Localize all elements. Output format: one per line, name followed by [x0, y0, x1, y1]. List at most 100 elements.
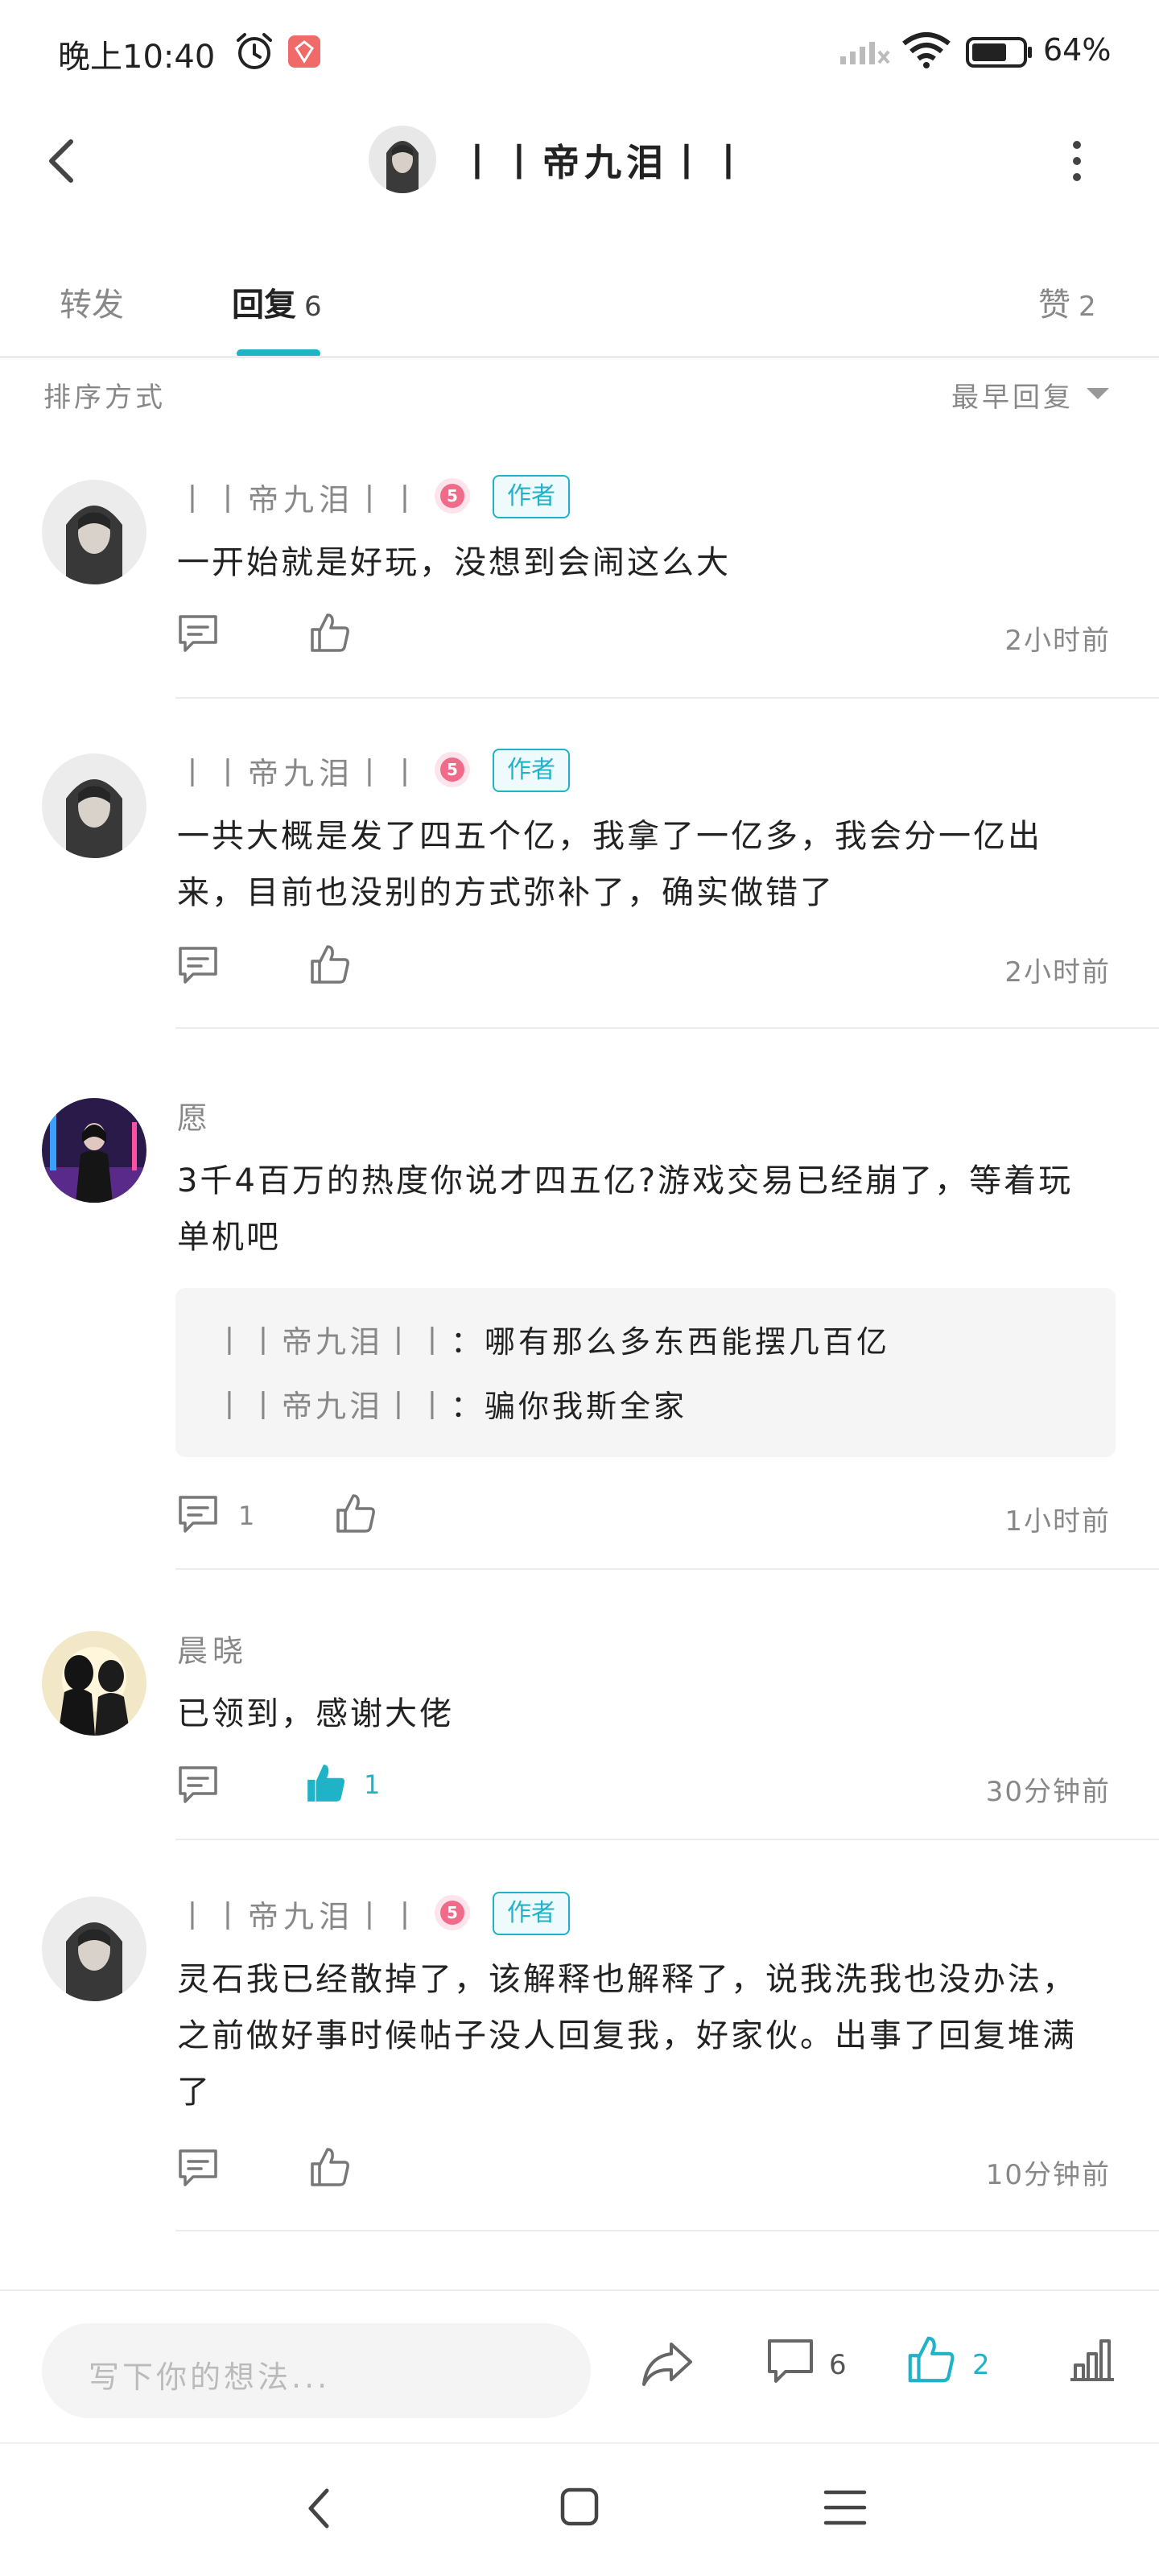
tab-reply-label: 回复 [232, 287, 296, 324]
alarm-icon [233, 31, 275, 72]
comment-text: 一共大概是发了四五个亿，我拿了一亿多，我会分一亿出 来，目前也没别的方式弥补了，… [177, 808, 1119, 921]
signal-icon [839, 34, 890, 66]
system-nav-bar [0, 2442, 1159, 2576]
nav-back-icon[interactable] [304, 2484, 333, 2533]
nav-home-icon[interactable] [559, 2486, 600, 2528]
comment-time: 2小时前 [1004, 625, 1111, 657]
comment-item: 丨丨帝九泪丨丨 5 作者 灵石我已经散掉了，该解释也解释了，说我洗我也没办法， … [0, 1892, 1159, 2231]
sub-reply[interactable]: 丨丨帝九泪丨丨：骗你我斯全家 [214, 1381, 687, 1426]
divider [175, 697, 1159, 699]
reply-count: 1 [238, 1501, 255, 1531]
comment-item: 愿 3千4百万的热度你说才四五亿?游戏交易已经崩了，等着玩 单机吧 丨丨帝九泪丨… [0, 1077, 1159, 1570]
avatar[interactable] [42, 1897, 146, 2001]
stats-icon[interactable] [1067, 2336, 1117, 2383]
comment-time: 2小时前 [1004, 956, 1111, 989]
battery-icon [966, 37, 1033, 68]
sub-reply-author[interactable]: 丨丨帝九泪丨丨 [214, 1389, 451, 1424]
tab-reply[interactable]: 回复 6 [232, 279, 322, 325]
comment-text: 已领到，感谢大佬 [177, 1686, 1119, 1742]
reply-icon[interactable] [177, 1494, 219, 1534]
sort-dropdown[interactable]: 最早回复 [951, 375, 1074, 415]
like-icon-active[interactable] [304, 1761, 348, 1805]
avatar[interactable] [369, 126, 436, 193]
comment-time: 10分钟前 [985, 2159, 1111, 2191]
divider [0, 356, 1159, 358]
comment-text-line: 来，目前也没别的方式弥补了，确实做错了 [177, 874, 835, 911]
like-count: 2 [972, 2349, 990, 2381]
comment-text-line: 了 [177, 2074, 212, 2111]
like-icon[interactable] [309, 612, 351, 654]
comment-author-name[interactable]: 愿 [177, 1093, 212, 1137]
tab-like[interactable]: 赞2 [1038, 279, 1096, 325]
back-arrow-icon[interactable] [43, 137, 79, 185]
divider [175, 2230, 1159, 2231]
reply-icon[interactable] [177, 2148, 219, 2188]
svg-text:5: 5 [447, 486, 458, 506]
avatar[interactable] [42, 753, 146, 858]
comment-text: 灵石我已经散掉了，该解释也解释了，说我洗我也没办法， 之前做好事时候帖子没人回复… [177, 1951, 1119, 2120]
reply-icon[interactable] [177, 1765, 219, 1805]
page-title: 丨丨帝九泪丨丨 [459, 141, 752, 184]
tab-like-label: 赞 [1038, 287, 1070, 324]
comment-icon[interactable] [766, 2338, 815, 2386]
comment-text: 3千4百万的热度你说才四五亿?游戏交易已经崩了，等着玩 单机吧 [177, 1153, 1119, 1265]
author-badge: 作者 [493, 475, 570, 518]
sub-reply[interactable]: 丨丨帝九泪丨丨：哪有那么多东西能摆几百亿 [214, 1317, 890, 1361]
app-notification-icon [288, 35, 320, 68]
author-badge: 作者 [493, 749, 570, 792]
reply-icon[interactable] [177, 613, 219, 654]
svg-text:5: 5 [447, 760, 458, 779]
sub-replies-box[interactable]: 丨丨帝九泪丨丨：哪有那么多东西能摆几百亿 丨丨帝九泪丨丨：骗你我斯全家 [175, 1288, 1116, 1457]
comment-author-name[interactable]: 丨丨帝九泪丨丨 [177, 749, 425, 793]
comment-item: 丨丨帝九泪丨丨 5 作者 一共大概是发了四五个亿，我拿了一亿多，我会分一亿出 来… [0, 749, 1159, 1029]
comment-text-line: 一开始就是好玩，没想到会闹这么大 [177, 544, 731, 581]
avatar[interactable] [42, 1631, 146, 1736]
wifi-icon [901, 32, 951, 69]
like-icon[interactable] [335, 1492, 377, 1534]
comment-text-line: 灵石我已经散掉了，该解释也解释了，说我洗我也没办法， [177, 1961, 1077, 1998]
comment-input[interactable]: 写下你的想法... [42, 2323, 591, 2418]
reply-icon[interactable] [177, 945, 219, 985]
comment-text-line: 3千4百万的热度你说才四五亿?游戏交易已经崩了，等着玩 [177, 1162, 1074, 1199]
level-badge-icon: 5 [433, 1893, 472, 1932]
author-badge: 作者 [493, 1892, 570, 1935]
comment-time: 1小时前 [1004, 1505, 1111, 1538]
comment-text-line: 单机吧 [177, 1219, 281, 1256]
bottom-action-bar: 写下你的想法... 6 2 [0, 2289, 1159, 2442]
comment-author-name[interactable]: 丨丨帝九泪丨丨 [177, 475, 425, 519]
like-icon[interactable] [309, 2146, 351, 2188]
sub-reply-author[interactable]: 丨丨帝九泪丨丨 [214, 1324, 451, 1360]
avatar[interactable] [42, 480, 146, 584]
comment-text-line: 一共大概是发了四五个亿，我拿了一亿多，我会分一亿出 [177, 818, 1042, 855]
comment-item: 晨晓 已领到，感谢大佬 1 30分钟前 [0, 1616, 1159, 1842]
like-count: 1 [364, 1769, 381, 1800]
sub-reply-text: ：哪有那么多东西能摆几百亿 [451, 1324, 891, 1360]
nav-menu-icon[interactable] [823, 2487, 868, 2528]
comment-text-line: 之前做好事时候帖子没人回复我，好家伙。出事了回复堆满 [177, 2017, 1077, 2054]
divider [175, 1568, 1159, 1570]
share-icon[interactable] [641, 2341, 694, 2388]
avatar[interactable] [42, 1098, 146, 1203]
divider [175, 1027, 1159, 1029]
divider [175, 1839, 1159, 1840]
tab-forward[interactable]: 转发 [60, 279, 124, 325]
comment-text: 一开始就是好玩，没想到会闹这么大 [177, 535, 1119, 591]
like-icon[interactable] [906, 2334, 956, 2384]
like-icon[interactable] [309, 943, 351, 985]
caret-down-icon[interactable] [1087, 388, 1109, 401]
battery-percentage: 64% [1043, 32, 1112, 68]
level-badge-icon: 5 [433, 477, 472, 515]
sub-reply-text: ：骗你我斯全家 [451, 1389, 688, 1424]
tab-reply-count: 6 [304, 291, 322, 323]
svg-text:5: 5 [447, 1903, 458, 1922]
title-bar: 丨丨帝九泪丨丨 [0, 113, 1159, 209]
tab-bar: 转发 回复 6 赞2 [0, 266, 1159, 357]
comment-author-name[interactable]: 丨丨帝九泪丨丨 [177, 1892, 425, 1936]
status-time: 晚上10:40 [58, 39, 216, 76]
tab-like-count: 2 [1079, 291, 1096, 323]
comment-author-name[interactable]: 晨晓 [177, 1626, 248, 1670]
comment-item: 丨丨帝九泪丨丨 5 作者 一开始就是好玩，没想到会闹这么大 2小时前 [0, 475, 1159, 699]
comment-count: 6 [829, 2349, 847, 2381]
more-icon[interactable] [1070, 140, 1083, 182]
tab-forward-label: 转发 [60, 287, 124, 324]
